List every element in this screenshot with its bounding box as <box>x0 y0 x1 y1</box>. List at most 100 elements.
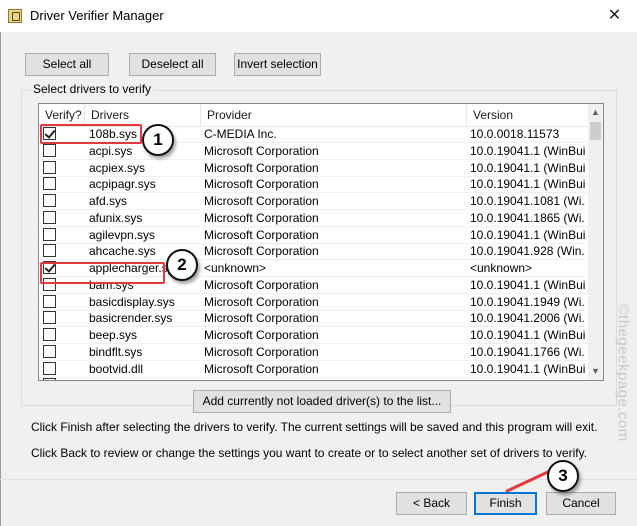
driver-version: 10.0.19041.1 (WinBui... <box>470 328 586 342</box>
provider-name: Microsoft Corporation <box>204 244 319 259</box>
provider-name: Microsoft Corporation <box>204 194 319 208</box>
column-header-drivers[interactable]: Drivers <box>85 104 201 126</box>
provider-name: <unknown> <box>204 261 267 275</box>
arrow-to-finish <box>505 469 552 493</box>
provider-name: Microsoft Corporation <box>204 277 319 292</box>
column-header-version[interactable]: Version <box>467 104 588 126</box>
driver-version: 10.0.19041.1 (WinBui... <box>470 143 586 158</box>
table-row[interactable]: basicdisplay.sys Microsoft Corporation 10.… <box>39 294 588 311</box>
column-header-verify[interactable]: Verify? <box>39 104 85 126</box>
verify-checkbox[interactable] <box>43 361 56 375</box>
table-row[interactable]: bowser.sys Microsoft Corporation 10.0.1904… <box>39 377 588 380</box>
verify-checkbox[interactable] <box>43 210 56 224</box>
verify-checkbox[interactable] <box>43 328 56 341</box>
back-button[interactable]: < Back <box>396 492 467 515</box>
provider-name: Microsoft Corporation <box>204 160 319 175</box>
driver-name: basicdisplay.sys <box>89 294 175 309</box>
verify-checkbox[interactable] <box>43 227 56 241</box>
watermark-text: ©thegeekpage.com <box>614 303 632 442</box>
callout-3: 3 <box>547 460 579 492</box>
provider-name: Microsoft Corporation <box>204 344 319 359</box>
provider-name: Microsoft Corporation <box>204 294 319 309</box>
table-row[interactable]: basicrender.sys Microsoft Corporation 10.0… <box>39 310 588 328</box>
table-row[interactable]: acpiex.sys Microsoft Corporation 10.0.1904… <box>39 160 588 177</box>
window-frame <box>0 32 1 526</box>
table-row[interactable]: bootvid.dll Microsoft Corporation 10.0.190… <box>39 361 588 378</box>
driver-version: 10.0.19041.1 (WinBui... <box>470 277 586 292</box>
driver-version: 10.0.19041.1081 (Wi... <box>470 194 586 208</box>
finish-instructions: Click Finish after selecting the drivers… <box>31 420 598 434</box>
provider-name: C-MEDIA Inc. <box>204 127 277 141</box>
driver-version: 10.0.19041.1766 (Wi... <box>470 344 586 359</box>
verify-checkbox[interactable] <box>43 244 56 258</box>
watermark: ©thegeekpage.com <box>600 304 632 480</box>
driver-verifier-icon <box>8 9 22 23</box>
driver-name: acpiex.sys <box>89 160 146 175</box>
cancel-button[interactable]: Cancel <box>546 492 616 515</box>
driver-version: 10.0.19041.2006 (Wi... <box>470 311 586 326</box>
provider-name: Microsoft Corporation <box>204 143 319 158</box>
driver-name: acpipagr.sys <box>89 177 156 192</box>
verify-checkbox[interactable] <box>43 194 56 207</box>
verify-checkbox[interactable] <box>43 378 56 380</box>
driver-version: 10.0.19041.1865 (Wi... <box>470 210 586 225</box>
highlight-box-applecharger <box>40 262 165 284</box>
invert-selection-button[interactable]: Invert selection <box>234 53 321 76</box>
verify-checkbox[interactable] <box>43 344 56 358</box>
driver-name: bindflt.sys <box>89 344 143 359</box>
add-drivers-button[interactable]: Add currently not loaded driver(s) to th… <box>193 390 451 413</box>
select-all-button[interactable]: Select all <box>25 53 109 76</box>
driver-name: basicrender.sys <box>89 311 173 326</box>
verify-checkbox[interactable] <box>43 160 56 174</box>
provider-name: Microsoft Corporation <box>204 377 464 380</box>
title-bar: Driver Verifier Manager ✕ <box>0 0 637 32</box>
provider-name: Microsoft Corporation <box>204 177 319 192</box>
provider-name: Microsoft Corporation <box>204 311 319 326</box>
driver-version: 10.0.19041.1 (WinBui... <box>470 177 586 192</box>
table-row[interactable]: acpi.sys Microsoft Corporation 10.0.19041.… <box>39 143 588 160</box>
driver-version: <unknown> <box>470 261 533 275</box>
driver-name: afunix.sys <box>89 210 143 225</box>
provider-name: Microsoft Corporation <box>204 210 319 225</box>
column-header-provider[interactable]: Provider <box>201 104 467 126</box>
deselect-all-button[interactable]: Deselect all <box>129 53 216 76</box>
provider-name: Microsoft Corporation <box>204 361 319 376</box>
callout-1: 1 <box>142 124 174 156</box>
group-label: Select drivers to verify <box>30 82 155 96</box>
table-row[interactable]: agilevpn.sys Microsoft Corporation 10.0.19… <box>39 227 588 244</box>
provider-name: Microsoft Corporation <box>204 227 319 242</box>
verify-checkbox[interactable] <box>43 143 56 157</box>
driver-version: 10.0.19041.928 (Win... <box>470 244 586 259</box>
window-title: Driver Verifier Manager <box>30 8 164 23</box>
driver-version: 10.0.19041.1 (WinBui... <box>470 377 586 380</box>
table-row[interactable]: beep.sys Microsoft Corporation 10.0.19041.… <box>39 327 588 344</box>
highlight-box-108b <box>40 124 142 144</box>
back-instructions: Click Back to review or change the setti… <box>31 446 588 460</box>
callout-2: 2 <box>166 249 198 281</box>
driver-version: 10.0.0018.11573 <box>470 127 560 141</box>
table-row[interactable]: afd.sys Microsoft Corporation 10.0.19041.1… <box>39 193 588 210</box>
close-icon[interactable]: ✕ <box>592 0 637 32</box>
scroll-thumb[interactable] <box>590 122 601 140</box>
driver-name: bootvid.dll <box>89 361 144 376</box>
driver-name: agilevpn.sys <box>89 227 156 242</box>
table-row[interactable]: bindflt.sys Microsoft Corporation 10.0.190… <box>39 344 588 361</box>
scroll-up-icon[interactable]: ▲ <box>588 104 603 121</box>
driver-version: 10.0.19041.1949 (Wi... <box>470 294 586 309</box>
driver-name: bowser.sys <box>89 377 199 380</box>
table-row[interactable]: ahcache.sys Microsoft Corporation 10.0.190… <box>39 243 588 261</box>
verify-checkbox[interactable] <box>43 177 56 191</box>
table-row[interactable]: acpipagr.sys Microsoft Corporation 10.0.19… <box>39 176 588 194</box>
footer-divider <box>0 479 637 480</box>
driver-version: 10.0.19041.1 (WinBui... <box>470 361 586 376</box>
finish-button[interactable]: Finish <box>474 492 537 515</box>
verify-checkbox[interactable] <box>43 311 56 325</box>
driver-name: beep.sys <box>89 328 138 342</box>
driver-version: 10.0.19041.1 (WinBui... <box>470 227 586 242</box>
driver-list[interactable]: Verify? Drivers Provider Version 108b.sy… <box>38 103 604 381</box>
table-row[interactable]: afunix.sys Microsoft Corporation 10.0.1904… <box>39 210 588 227</box>
driver-version: 10.0.19041.1 (WinBui... <box>470 160 586 175</box>
verify-checkbox[interactable] <box>43 294 56 308</box>
provider-name: Microsoft Corporation <box>204 328 319 342</box>
driver-name: afd.sys <box>89 194 128 208</box>
